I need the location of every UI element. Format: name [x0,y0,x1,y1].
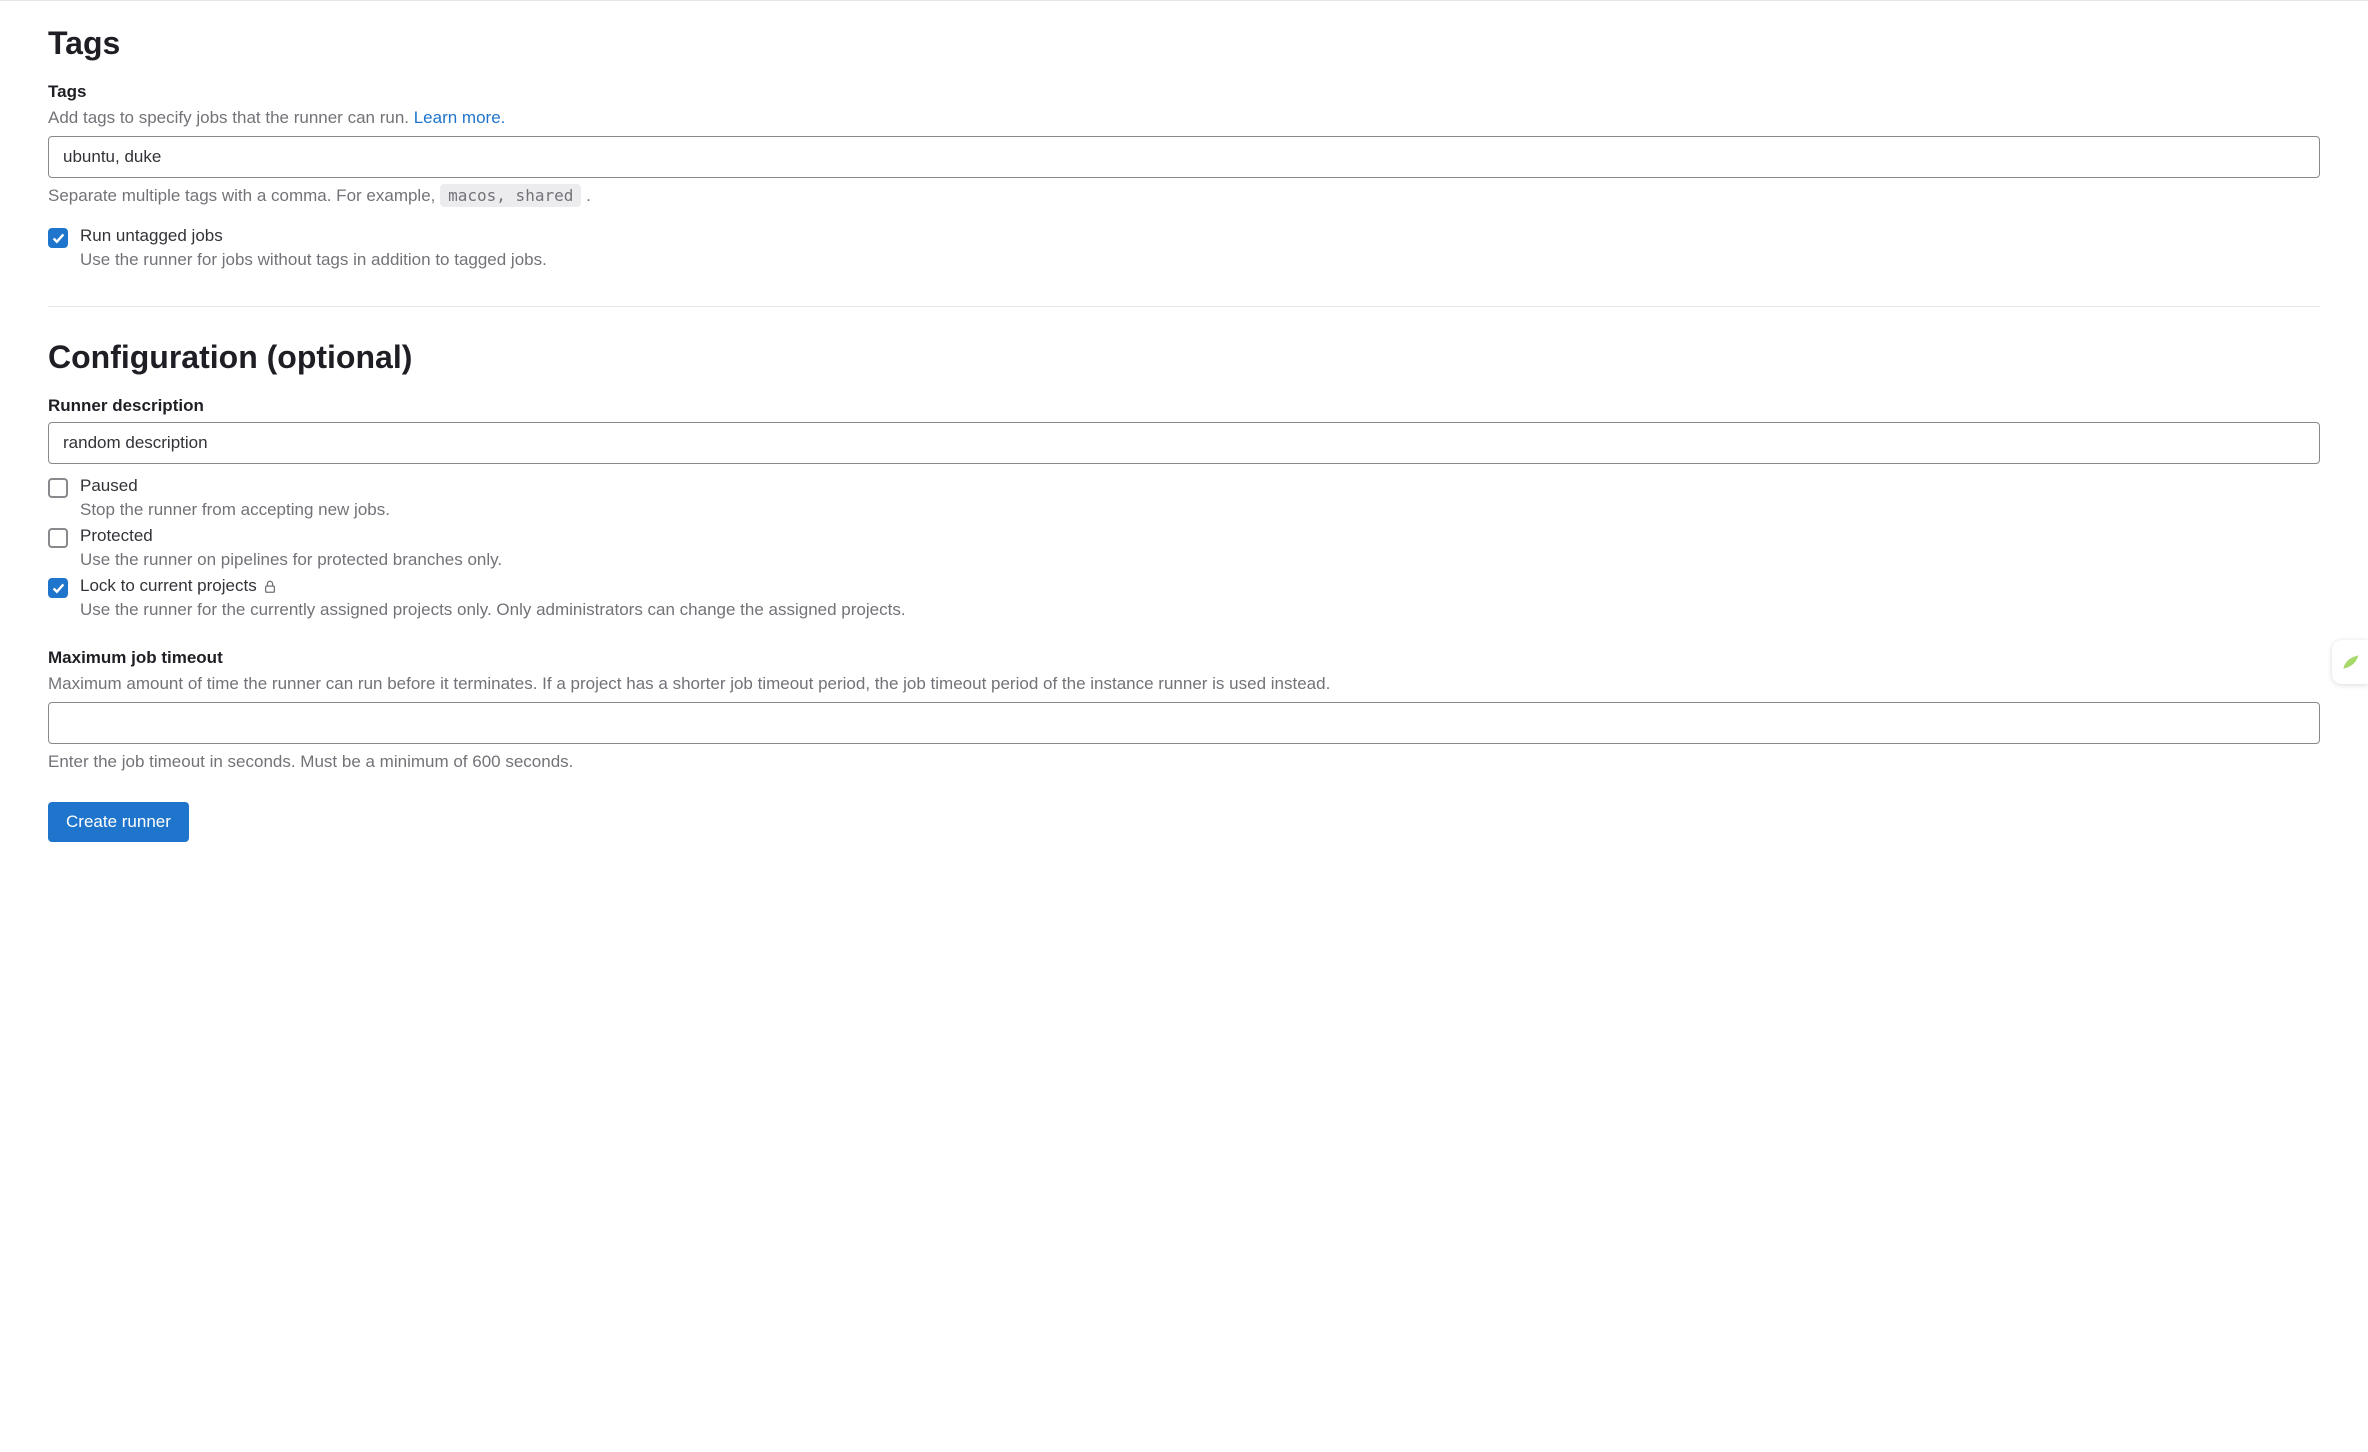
protected-help: Use the runner on pipelines for protecte… [80,550,2320,570]
floating-badge[interactable] [2332,640,2368,684]
description-field-group: Runner description [48,396,2320,464]
locked-help: Use the runner for the currently assigne… [80,600,2320,620]
untagged-help: Use the runner for jobs without tags in … [80,250,2320,270]
locked-content: Lock to current projects Use the runner … [80,576,2320,620]
untagged-checkbox-row: Run untagged jobs Use the runner for job… [48,226,2320,270]
check-icon [52,232,65,245]
protected-label: Protected [80,526,2320,546]
tags-field-group: Tags Add tags to specify jobs that the r… [48,82,2320,206]
configuration-section: Configuration (optional) Runner descript… [48,339,2320,842]
timeout-description: Maximum amount of time the runner can ru… [48,674,2320,694]
tags-label: Tags [48,82,2320,102]
tags-description: Add tags to specify jobs that the runner… [48,108,2320,128]
tags-help-prefix: Separate multiple tags with a comma. For… [48,186,440,205]
tags-help-suffix: . [581,186,590,205]
untagged-label: Run untagged jobs [80,226,2320,246]
timeout-label: Maximum job timeout [48,648,2320,668]
tags-section: Tags Tags Add tags to specify jobs that … [48,25,2320,270]
learn-more-link[interactable]: Learn more. [414,108,506,127]
protected-checkbox[interactable] [48,528,68,548]
timeout-help: Enter the job timeout in seconds. Must b… [48,752,2320,772]
timeout-input[interactable] [48,702,2320,744]
tags-help-text: Separate multiple tags with a comma. For… [48,186,2320,206]
protected-checkbox-row: Protected Use the runner on pipelines fo… [48,526,2320,570]
locked-checkbox-row: Lock to current projects Use the runner … [48,576,2320,620]
tags-help-code: macos, shared [440,184,581,207]
paused-label: Paused [80,476,2320,496]
locked-checkbox[interactable] [48,578,68,598]
tags-heading: Tags [48,25,2320,62]
tags-description-text: Add tags to specify jobs that the runner… [48,108,414,127]
locked-label-text: Lock to current projects [80,576,257,596]
leaf-icon [2340,652,2360,672]
description-label: Runner description [48,396,2320,416]
tags-input[interactable] [48,136,2320,178]
section-divider [48,306,2320,307]
config-checkbox-list: Paused Stop the runner from accepting ne… [48,476,2320,620]
untagged-content: Run untagged jobs Use the runner for job… [80,226,2320,270]
locked-label: Lock to current projects [80,576,2320,596]
description-input[interactable] [48,422,2320,464]
create-runner-button[interactable]: Create runner [48,802,189,842]
lock-icon [263,579,277,593]
paused-help: Stop the runner from accepting new jobs. [80,500,2320,520]
protected-content: Protected Use the runner on pipelines fo… [80,526,2320,570]
paused-content: Paused Stop the runner from accepting ne… [80,476,2320,520]
check-icon [52,582,65,595]
timeout-field-group: Maximum job timeout Maximum amount of ti… [48,648,2320,772]
paused-checkbox-row: Paused Stop the runner from accepting ne… [48,476,2320,520]
configuration-heading: Configuration (optional) [48,339,2320,376]
untagged-checkbox[interactable] [48,228,68,248]
paused-checkbox[interactable] [48,478,68,498]
